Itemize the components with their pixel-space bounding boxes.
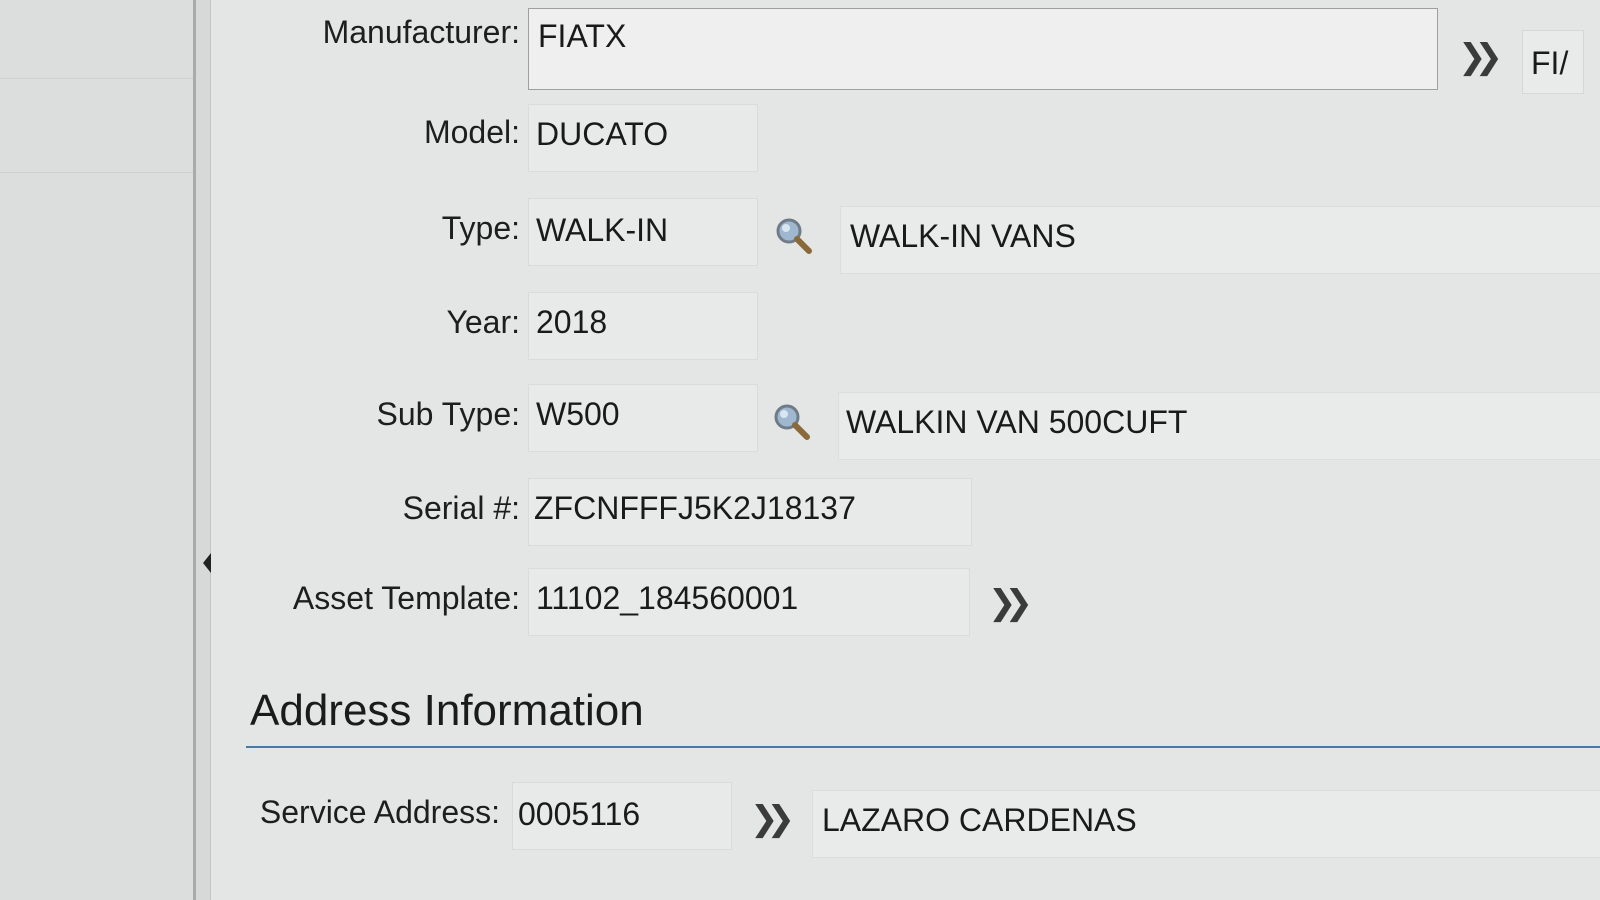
type-lookup-magnifier-icon[interactable] xyxy=(772,214,814,256)
year-value: 2018 xyxy=(536,304,608,340)
type-label: Type: xyxy=(441,210,520,246)
service-address-label: Service Address: xyxy=(259,794,500,830)
sub-type-value: W500 xyxy=(536,396,620,432)
sub-type-label: Sub Type: xyxy=(376,396,520,432)
type-value: WALK-IN xyxy=(536,212,669,248)
model-value: DUCATO xyxy=(536,116,669,152)
manufacturer-navigate-icon[interactable]: ❯❯ xyxy=(1458,40,1503,74)
asset-template-value: 11102_184560001 xyxy=(536,580,799,616)
collapse-arrow-icon[interactable] xyxy=(203,553,211,573)
manufacturer-label: Manufacturer: xyxy=(322,14,520,50)
address-information-heading: Address Information xyxy=(250,686,644,735)
type-description: WALK-IN VANS xyxy=(850,218,1076,254)
left-navigation-panel xyxy=(0,0,196,900)
left-panel-divider xyxy=(0,172,193,173)
model-label: Model: xyxy=(423,114,520,150)
sub-type-description: WALKIN VAN 500CUFT xyxy=(846,404,1188,440)
left-panel-divider xyxy=(0,78,193,79)
asset-template-label: Asset Template: xyxy=(292,580,520,616)
serial-label: Serial #: xyxy=(402,490,520,526)
service-address-description: LAZARO CARDENAS xyxy=(822,802,1137,838)
panel-splitter[interactable] xyxy=(196,0,211,900)
service-address-navigate-icon[interactable]: ❯❯ xyxy=(750,802,795,836)
service-address-value: 0005116 xyxy=(518,796,641,832)
manufacturer-value[interactable]: FIATX xyxy=(538,18,626,55)
manufacturer-input[interactable] xyxy=(528,8,1438,90)
year-label: Year: xyxy=(446,304,520,340)
serial-value: ZFCNFFFJ5K2J18137 xyxy=(534,490,856,526)
section-divider xyxy=(246,746,1600,748)
manufacturer-description-field: FI/ xyxy=(1522,30,1584,94)
manufacturer-description: FI/ xyxy=(1531,45,1569,81)
asset-template-navigate-icon[interactable]: ❯❯ xyxy=(988,586,1033,620)
sub-type-lookup-magnifier-icon[interactable] xyxy=(770,400,812,442)
